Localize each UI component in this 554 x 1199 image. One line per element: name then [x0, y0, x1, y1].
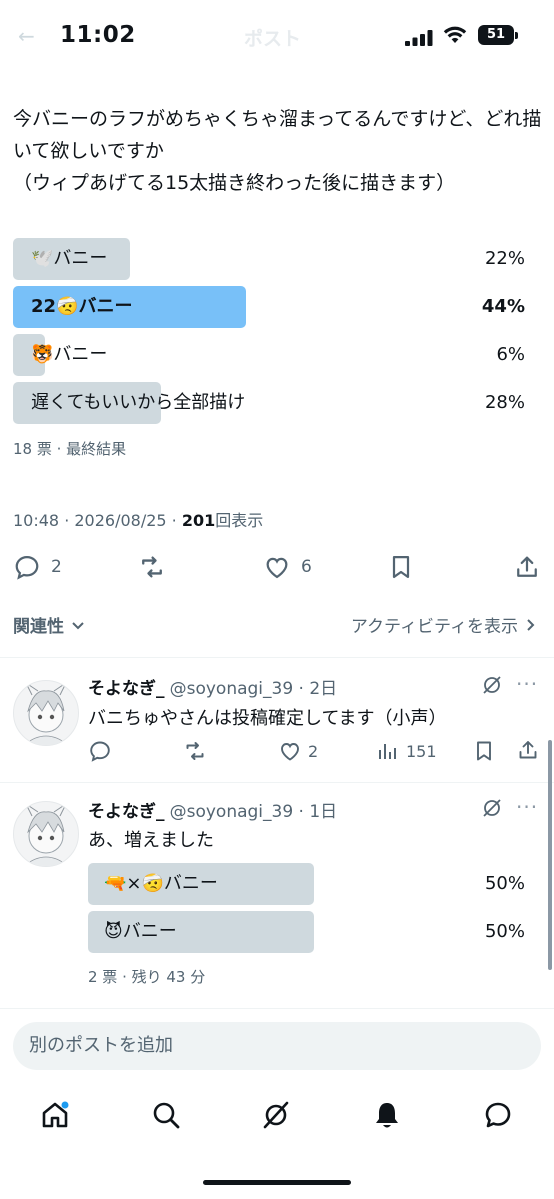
like-count: 6	[301, 557, 312, 577]
poll-option-percent: 50%	[484, 873, 525, 894]
poll-option-label: 🔫×🤕バニー	[104, 873, 218, 894]
post-actions: 2 6	[13, 550, 543, 584]
views-count: 151	[406, 741, 437, 761]
share-icon	[517, 556, 537, 577]
poll-option: 🕊️バニー 22%	[13, 238, 525, 280]
status-bar: ← ポスト 11:02 51	[0, 0, 554, 70]
reply-actions: 2 151	[88, 738, 543, 764]
share-button[interactable]	[513, 550, 541, 584]
retweet-icon[interactable]	[182, 739, 208, 763]
reply-button[interactable]: 2	[13, 550, 62, 584]
battery-nub	[515, 32, 518, 39]
scrollbar[interactable]	[548, 740, 552, 970]
signal-icon	[405, 30, 433, 46]
messages-icon[interactable]	[483, 1100, 513, 1130]
reply-text: バニちゅやさんは投稿確定してます（小声）	[88, 708, 447, 729]
bell-icon[interactable]	[372, 1100, 402, 1130]
status-time: 11:02	[60, 22, 136, 48]
reply-card[interactable]: そよなぎ_ @soyonagi_39 · 1日 ··· あ、増えました 🔫×🤕バ…	[0, 783, 554, 1008]
views-count: 201	[181, 511, 216, 530]
poll-meta: 2 票 · 残り 43 分	[88, 968, 206, 986]
like-count: 2	[308, 741, 319, 761]
reply-count: 2	[51, 557, 62, 577]
post-text: 今バニーのラフがめちゃくちゃ溜まってるんですけど、どれ描いて欲しいですか （ウィ…	[13, 108, 542, 194]
like-icon	[266, 557, 288, 579]
bookmark-icon	[392, 555, 410, 579]
header-title: ポスト	[244, 28, 302, 50]
avatar-drawing	[23, 681, 69, 745]
more-icon[interactable]: ···	[516, 795, 538, 819]
reply-author-handle: @soyonagi_39 · 1日	[169, 802, 338, 822]
divider	[0, 1008, 554, 1009]
reply-icon	[15, 555, 39, 580]
poll-meta: 18 票 · 最終結果	[13, 440, 127, 458]
bottom-tab-bar	[0, 1090, 554, 1142]
timestamp-text: 10:48 · 2026/08/25 ·	[13, 511, 182, 530]
wifi-icon	[443, 26, 467, 43]
sort-label: 関連性	[13, 617, 64, 637]
poll-option-label: 22🤕バニー	[31, 296, 133, 317]
poll-option-percent: 44%	[481, 296, 525, 317]
notification-dot	[61, 1101, 69, 1109]
add-post-input[interactable]: 別のポストを追加	[13, 1022, 541, 1070]
avatar[interactable]	[13, 801, 79, 867]
home-indicator	[203, 1180, 351, 1185]
chevron-down-icon	[72, 621, 84, 629]
reply-author-name[interactable]: そよなぎ_	[88, 679, 165, 699]
share-icon[interactable]	[516, 738, 540, 762]
poll-option-percent: 22%	[484, 248, 525, 269]
more-icon[interactable]: ···	[516, 672, 538, 696]
activity-link[interactable]: アクティビティを表示	[351, 612, 538, 637]
activity-label: アクティビティを表示	[350, 617, 518, 637]
grok-icon[interactable]	[481, 797, 503, 819]
poll-option: 😈バニー 50%	[88, 911, 525, 953]
poll-option-label: 🕊️バニー	[31, 248, 108, 269]
like-button[interactable]: 2	[278, 738, 318, 764]
poll-option-percent: 28%	[484, 392, 525, 413]
add-post-placeholder: 別のポストを追加	[29, 1035, 173, 1056]
views-button[interactable]: 151	[376, 738, 437, 764]
poll-option: 22🤕バニー 44%	[13, 286, 525, 328]
views-icon	[379, 744, 396, 759]
battery-icon: 51	[478, 25, 514, 45]
grok-icon[interactable]	[261, 1100, 291, 1130]
avatar-drawing	[23, 802, 69, 866]
poll-option-label: 遅くてもいいから全部描け	[31, 392, 246, 413]
reply-card[interactable]: そよなぎ_ @soyonagi_39 · 2日 ··· バニちゅやさんは投稿確定…	[0, 658, 554, 782]
post-timestamp: 10:48 · 2026/08/25 · 201回表示	[13, 507, 263, 531]
like-button[interactable]: 6	[263, 550, 312, 584]
bookmark-icon[interactable]	[472, 739, 496, 763]
back-icon[interactable]: ←	[18, 24, 35, 48]
views-label: 回表示	[215, 511, 264, 530]
poll-option-percent: 6%	[496, 344, 525, 365]
poll-option: 🐯バニー 6%	[13, 334, 525, 376]
reply-text: あ、増えました	[88, 830, 214, 851]
reply-icon[interactable]	[88, 739, 112, 763]
retweet-icon	[142, 556, 162, 578]
poll-option: 🔫×🤕バニー 50%	[88, 863, 525, 905]
bookmark-button[interactable]	[387, 550, 415, 584]
sort-dropdown[interactable]: 関連性	[13, 612, 86, 637]
poll-option-label: 🐯バニー	[31, 344, 108, 365]
search-icon[interactable]	[151, 1100, 181, 1130]
chevron-right-icon	[527, 618, 535, 631]
retweet-button[interactable]	[137, 550, 167, 584]
poll-option: 遅くてもいいから全部描け 28%	[13, 382, 525, 424]
avatar[interactable]	[13, 680, 79, 746]
home-icon[interactable]	[40, 1100, 70, 1130]
grok-icon[interactable]	[481, 674, 503, 696]
like-icon	[281, 743, 299, 761]
poll-option-percent: 50%	[484, 921, 525, 942]
reply-author-name[interactable]: そよなぎ_	[88, 802, 165, 822]
reply-author-handle: @soyonagi_39 · 2日	[169, 679, 338, 699]
poll-option-label: 😈バニー	[104, 921, 177, 942]
